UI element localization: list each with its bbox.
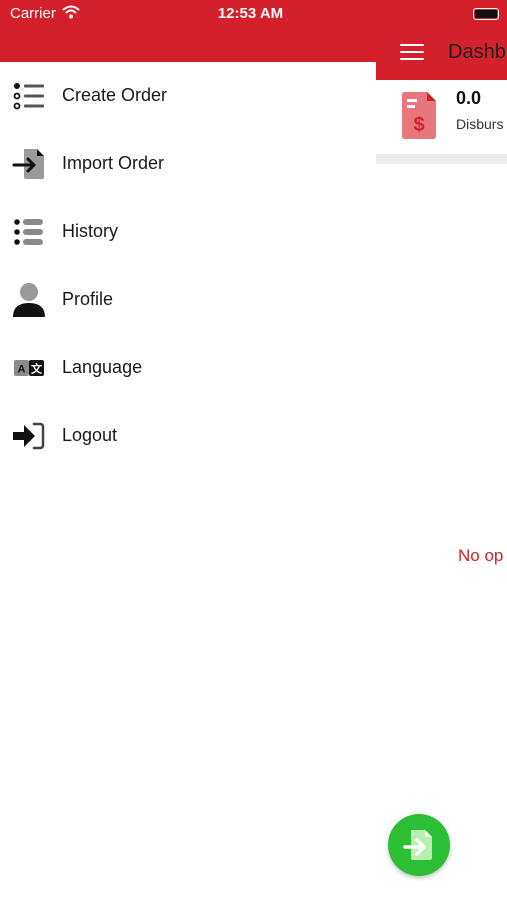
page-title: Dashb — [448, 41, 506, 63]
empty-state-message: No op — [458, 546, 504, 565]
drawer-item-label: Logout — [62, 425, 118, 445]
drawer-item-label: Language — [62, 357, 143, 377]
disbursement-label: Disburs — [456, 116, 504, 132]
import-file-icon — [12, 148, 46, 180]
navigation-drawer: Create Order Import Order History Profil… — [0, 62, 376, 900]
money-document-icon: $ — [402, 92, 436, 139]
disbursement-value: 0.0 — [456, 88, 482, 108]
svg-text:$: $ — [413, 114, 424, 136]
list-icon — [12, 80, 46, 112]
drawer-item-create-order[interactable]: Create Order — [0, 62, 376, 130]
drawer-item-import-order[interactable]: Import Order — [0, 130, 376, 198]
status-bar: Carrier 12:53 AM — [0, 0, 507, 28]
battery-icon — [473, 8, 499, 20]
svg-text:A: A — [18, 364, 26, 376]
drawer-item-label: Create Order — [62, 85, 168, 105]
status-time: 12:53 AM — [217, 5, 284, 22]
import-order-fab[interactable] — [388, 814, 450, 876]
drawer-item-logout[interactable]: Logout — [0, 402, 376, 470]
drawer-item-label: History — [62, 221, 119, 241]
drawer-item-label: Profile — [62, 289, 114, 309]
hamburger-icon[interactable] — [400, 44, 424, 64]
card-divider — [376, 154, 507, 164]
drawer-item-label: Import Order — [62, 153, 165, 173]
drawer-item-history[interactable]: History — [0, 198, 376, 266]
logout-icon — [12, 420, 46, 452]
history-list-icon — [12, 216, 46, 248]
drawer-item-language[interactable]: A 文 Language — [0, 334, 376, 402]
svg-text:文: 文 — [31, 362, 43, 376]
import-document-icon — [403, 830, 432, 860]
language-icon: A 文 — [12, 352, 46, 384]
person-icon — [12, 283, 46, 317]
drawer-item-profile[interactable]: Profile — [0, 266, 376, 334]
